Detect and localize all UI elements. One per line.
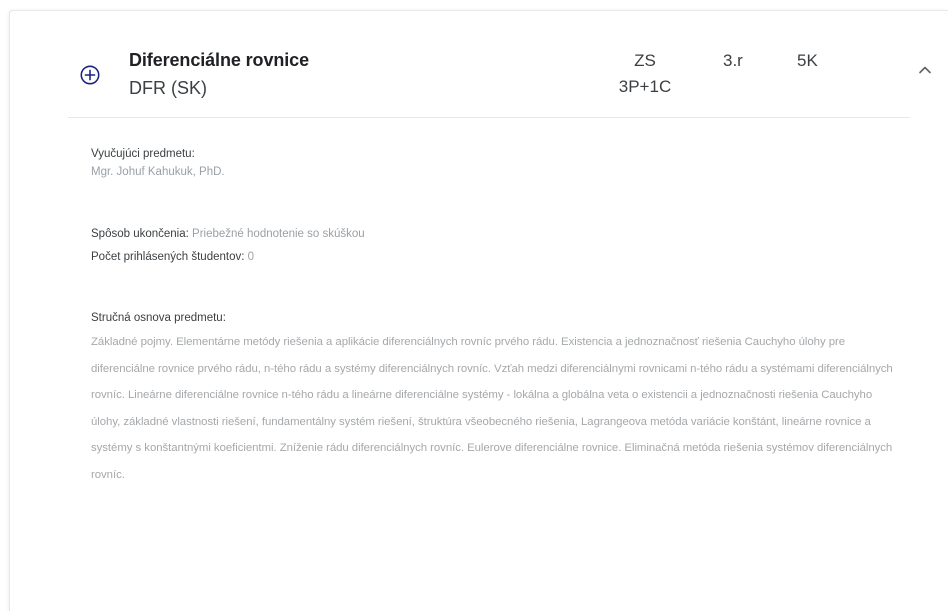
header-divider	[68, 117, 910, 118]
course-year: 3.r	[723, 51, 743, 70]
students-label: Počet prihlásených študentov	[91, 251, 242, 263]
course-credits: 5K	[797, 51, 818, 70]
syllabus-section: Stručná osnova predmetu: Základné pojmy.…	[91, 309, 896, 489]
course-semester: ZS	[634, 51, 656, 70]
course-hours: 3P+1C	[618, 77, 672, 96]
teacher-value: Mgr. Johuf Kahukuk, PhD.	[91, 166, 225, 178]
chevron-up-icon[interactable]	[915, 60, 935, 80]
course-header[interactable]: Diferenciálne rovnice DFR (SK) ZS 3P+1C …	[10, 11, 948, 117]
completion-row: Spôsob ukončenia: Priebežné hodnotenie s…	[91, 228, 365, 240]
students-value: 0	[247, 251, 255, 263]
teacher-label: Vyučujúci predmetu:	[91, 148, 195, 160]
students-row: Počet prihlásených študentov: 0	[91, 251, 255, 263]
teacher-section: Vyučujúci predmetu: Mgr. Johuf Kahukuk, …	[91, 145, 225, 181]
course-code: DFR (SK)	[129, 78, 207, 98]
completion-value: Priebežné hodnotenie so skúškou	[192, 228, 365, 240]
syllabus-label: Stručná osnova predmetu:	[91, 312, 226, 324]
course-title: Diferenciálne rovnice	[129, 50, 309, 70]
completion-label: Spôsob ukončenia	[91, 228, 186, 240]
plus-circle-icon[interactable]	[79, 64, 101, 86]
course-card: Diferenciálne rovnice DFR (SK) ZS 3P+1C …	[9, 10, 948, 611]
syllabus-text: Základné pojmy. Elementárne metódy rieše…	[91, 336, 893, 481]
